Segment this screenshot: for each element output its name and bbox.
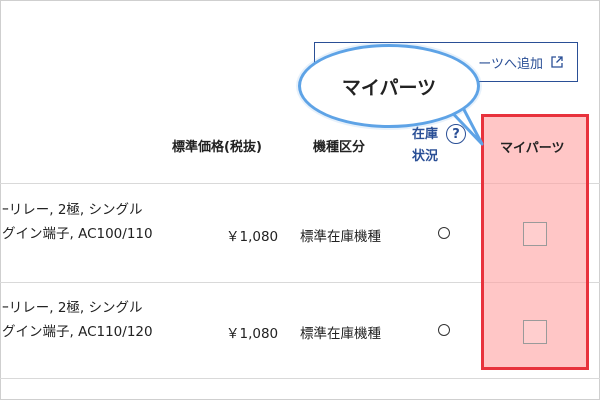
my-parts-column-highlight: マイパーツ [481,114,589,370]
external-link-icon [551,56,563,68]
header-stock-line1: 在庫 [412,127,439,142]
row-2-model-class: 標準在庫機種 [300,326,381,342]
row-2-price: ￥1,080 [226,326,279,342]
row-1-my-parts-checkbox[interactable] [523,222,547,246]
row-2-desc-line1: ｰリレー, 2極, シングル [2,300,143,316]
add-to-my-parts-label: ーツへ追加 [478,56,543,72]
row-1-model-class: 標準在庫機種 [300,229,381,245]
row-1-stock-circle-icon [438,227,450,239]
header-model-class: 機種区分 [313,140,366,155]
callout-label: マイパーツ [341,76,437,99]
header-standard-price: 標準価格(税抜) [172,140,262,155]
row-1-desc-line2: グイン端子, AC100/110 [2,226,153,242]
header-my-parts: マイパーツ [500,141,565,156]
row-2-my-parts-checkbox[interactable] [523,320,547,344]
row-2-desc-line2: グイン端子, AC110/120 [2,324,153,340]
header-stock-line2: 状況 [412,149,439,164]
row-divider [0,378,600,379]
row-1-price: ￥1,080 [226,229,279,245]
table-row-1-description: ｰリレー, 2極, シングル グイン端子, AC100/110 [2,198,153,246]
table-row-2-description: ｰリレー, 2極, シングル グイン端子, AC110/120 [2,296,153,344]
my-parts-callout-bubble: マイパーツ [298,44,480,128]
row-1-desc-line1: ｰリレー, 2極, シングル [2,202,143,218]
row-2-stock-circle-icon [438,324,450,336]
header-stock-status: 在庫 状況 [412,124,438,168]
